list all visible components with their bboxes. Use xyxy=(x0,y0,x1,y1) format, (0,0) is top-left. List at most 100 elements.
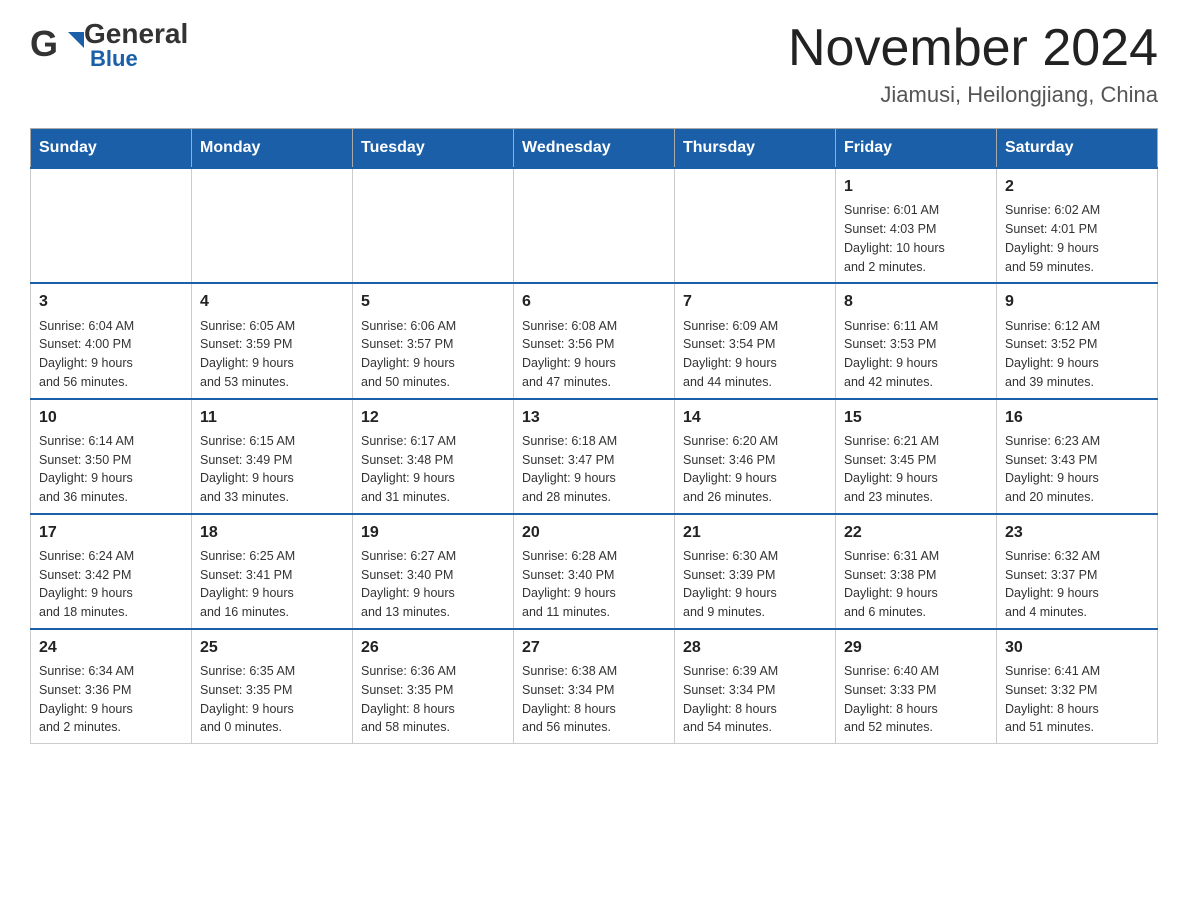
day-info: Sunrise: 6:18 AM Sunset: 3:47 PM Dayligh… xyxy=(522,432,666,507)
day-info: Sunrise: 6:09 AM Sunset: 3:54 PM Dayligh… xyxy=(683,317,827,392)
calendar-week-row: 10 Sunrise: 6:14 AM Sunset: 3:50 PM Dayli… xyxy=(31,399,1158,514)
calendar-cell: 15 Sunrise: 6:21 AM Sunset: 3:45 PM Dayli… xyxy=(836,399,997,514)
calendar-week-row: 1Sunrise: 6:01 AM Sunset: 4:03 PM Daylig… xyxy=(31,168,1158,283)
day-number: 4 xyxy=(200,290,344,313)
day-number: 27 xyxy=(522,636,666,659)
calendar-cell: 5 Sunrise: 6:06 AM Sunset: 3:57 PM Daylig… xyxy=(353,283,514,398)
day-info: Sunrise: 6:25 AM Sunset: 3:41 PM Dayligh… xyxy=(200,547,344,622)
day-info: Sunrise: 6:21 AM Sunset: 3:45 PM Dayligh… xyxy=(844,432,988,507)
calendar-cell: 2 Sunrise: 6:02 AM Sunset: 4:01 PM Daylig… xyxy=(997,168,1158,283)
calendar-cell: 17 Sunrise: 6:24 AM Sunset: 3:42 PM Dayli… xyxy=(31,514,192,629)
calendar-cell: 24 Sunrise: 6:34 AM Sunset: 3:36 PM Dayli… xyxy=(31,629,192,744)
day-info: Sunrise: 6:39 AM Sunset: 3:34 PM Dayligh… xyxy=(683,662,827,737)
calendar-cell: 21 Sunrise: 6:30 AM Sunset: 3:39 PM Dayli… xyxy=(675,514,836,629)
calendar-cell: 8Sunrise: 6:11 AM Sunset: 3:53 PM Daylig… xyxy=(836,283,997,398)
day-info: Sunrise: 6:23 AM Sunset: 3:43 PM Dayligh… xyxy=(1005,432,1149,507)
location-subtitle: Jiamusi, Heilongjiang, China xyxy=(788,82,1158,108)
weekday-header: Wednesday xyxy=(514,129,675,169)
day-number: 9 xyxy=(1005,290,1149,313)
logo: G General Blue xyxy=(30,20,188,72)
day-info: Sunrise: 6:28 AM Sunset: 3:40 PM Dayligh… xyxy=(522,547,666,622)
logo-icon: G xyxy=(30,24,84,68)
day-info: Sunrise: 6:01 AM Sunset: 4:03 PM Dayligh… xyxy=(844,201,988,276)
day-info: Sunrise: 6:30 AM Sunset: 3:39 PM Dayligh… xyxy=(683,547,827,622)
calendar-cell xyxy=(514,168,675,283)
day-info: Sunrise: 6:11 AM Sunset: 3:53 PM Dayligh… xyxy=(844,317,988,392)
day-number: 6 xyxy=(522,290,666,313)
weekday-header: Saturday xyxy=(997,129,1158,169)
calendar-cell: 9 Sunrise: 6:12 AM Sunset: 3:52 PM Daylig… xyxy=(997,283,1158,398)
day-number: 21 xyxy=(683,521,827,544)
day-number: 10 xyxy=(39,406,183,429)
day-number: 2 xyxy=(1005,175,1149,198)
day-number: 20 xyxy=(522,521,666,544)
day-info: Sunrise: 6:08 AM Sunset: 3:56 PM Dayligh… xyxy=(522,317,666,392)
calendar-cell: 11 Sunrise: 6:15 AM Sunset: 3:49 PM Dayli… xyxy=(192,399,353,514)
calendar-cell: 6 Sunrise: 6:08 AM Sunset: 3:56 PM Daylig… xyxy=(514,283,675,398)
svg-text:G: G xyxy=(30,24,58,64)
calendar-cell: 26 Sunrise: 6:36 AM Sunset: 3:35 PM Dayli… xyxy=(353,629,514,744)
day-number: 18 xyxy=(200,521,344,544)
day-info: Sunrise: 6:41 AM Sunset: 3:32 PM Dayligh… xyxy=(1005,662,1149,737)
calendar-cell: 22Sunrise: 6:31 AM Sunset: 3:38 PM Dayli… xyxy=(836,514,997,629)
day-info: Sunrise: 6:40 AM Sunset: 3:33 PM Dayligh… xyxy=(844,662,988,737)
day-info: Sunrise: 6:35 AM Sunset: 3:35 PM Dayligh… xyxy=(200,662,344,737)
day-number: 24 xyxy=(39,636,183,659)
calendar-cell: 27Sunrise: 6:38 AM Sunset: 3:34 PM Dayli… xyxy=(514,629,675,744)
day-number: 26 xyxy=(361,636,505,659)
day-number: 12 xyxy=(361,406,505,429)
calendar-week-row: 3Sunrise: 6:04 AM Sunset: 4:00 PM Daylig… xyxy=(31,283,1158,398)
day-number: 11 xyxy=(200,406,344,429)
calendar-week-row: 17 Sunrise: 6:24 AM Sunset: 3:42 PM Dayli… xyxy=(31,514,1158,629)
day-number: 25 xyxy=(200,636,344,659)
day-info: Sunrise: 6:32 AM Sunset: 3:37 PM Dayligh… xyxy=(1005,547,1149,622)
calendar-cell: 25 Sunrise: 6:35 AM Sunset: 3:35 PM Dayli… xyxy=(192,629,353,744)
day-number: 29 xyxy=(844,636,988,659)
day-number: 13 xyxy=(522,406,666,429)
page-header: G General Blue November 2024 Jiamusi, He… xyxy=(30,20,1158,108)
weekday-header-row: SundayMondayTuesdayWednesdayThursdayFrid… xyxy=(31,129,1158,169)
day-number: 5 xyxy=(361,290,505,313)
day-info: Sunrise: 6:17 AM Sunset: 3:48 PM Dayligh… xyxy=(361,432,505,507)
calendar-cell: 14 Sunrise: 6:20 AM Sunset: 3:46 PM Dayli… xyxy=(675,399,836,514)
logo-blue-text: Blue xyxy=(84,46,188,72)
calendar-table: SundayMondayTuesdayWednesdayThursdayFrid… xyxy=(30,128,1158,744)
title-area: November 2024 Jiamusi, Heilongjiang, Chi… xyxy=(788,20,1158,108)
day-info: Sunrise: 6:24 AM Sunset: 3:42 PM Dayligh… xyxy=(39,547,183,622)
calendar-cell xyxy=(31,168,192,283)
day-info: Sunrise: 6:36 AM Sunset: 3:35 PM Dayligh… xyxy=(361,662,505,737)
day-info: Sunrise: 6:20 AM Sunset: 3:46 PM Dayligh… xyxy=(683,432,827,507)
day-info: Sunrise: 6:06 AM Sunset: 3:57 PM Dayligh… xyxy=(361,317,505,392)
day-number: 7 xyxy=(683,290,827,313)
calendar-cell: 30 Sunrise: 6:41 AM Sunset: 3:32 PM Dayli… xyxy=(997,629,1158,744)
calendar-cell xyxy=(675,168,836,283)
day-number: 14 xyxy=(683,406,827,429)
calendar-cell: 10 Sunrise: 6:14 AM Sunset: 3:50 PM Dayli… xyxy=(31,399,192,514)
weekday-header: Monday xyxy=(192,129,353,169)
day-number: 17 xyxy=(39,521,183,544)
day-info: Sunrise: 6:27 AM Sunset: 3:40 PM Dayligh… xyxy=(361,547,505,622)
day-info: Sunrise: 6:34 AM Sunset: 3:36 PM Dayligh… xyxy=(39,662,183,737)
calendar-cell: 7 Sunrise: 6:09 AM Sunset: 3:54 PM Daylig… xyxy=(675,283,836,398)
day-info: Sunrise: 6:15 AM Sunset: 3:49 PM Dayligh… xyxy=(200,432,344,507)
calendar-week-row: 24 Sunrise: 6:34 AM Sunset: 3:36 PM Dayli… xyxy=(31,629,1158,744)
day-number: 16 xyxy=(1005,406,1149,429)
day-number: 3 xyxy=(39,290,183,313)
calendar-cell: 19Sunrise: 6:27 AM Sunset: 3:40 PM Dayli… xyxy=(353,514,514,629)
calendar-cell: 29 Sunrise: 6:40 AM Sunset: 3:33 PM Dayli… xyxy=(836,629,997,744)
calendar-cell: 28 Sunrise: 6:39 AM Sunset: 3:34 PM Dayli… xyxy=(675,629,836,744)
day-number: 30 xyxy=(1005,636,1149,659)
calendar-cell xyxy=(192,168,353,283)
weekday-header: Sunday xyxy=(31,129,192,169)
calendar-cell: 1Sunrise: 6:01 AM Sunset: 4:03 PM Daylig… xyxy=(836,168,997,283)
calendar-cell: 13 Sunrise: 6:18 AM Sunset: 3:47 PM Dayli… xyxy=(514,399,675,514)
calendar-cell: 12 Sunrise: 6:17 AM Sunset: 3:48 PM Dayli… xyxy=(353,399,514,514)
day-info: Sunrise: 6:02 AM Sunset: 4:01 PM Dayligh… xyxy=(1005,201,1149,276)
day-number: 15 xyxy=(844,406,988,429)
day-number: 23 xyxy=(1005,521,1149,544)
calendar-cell: 23 Sunrise: 6:32 AM Sunset: 3:37 PM Dayli… xyxy=(997,514,1158,629)
day-number: 28 xyxy=(683,636,827,659)
day-info: Sunrise: 6:12 AM Sunset: 3:52 PM Dayligh… xyxy=(1005,317,1149,392)
calendar-cell: 16 Sunrise: 6:23 AM Sunset: 3:43 PM Dayli… xyxy=(997,399,1158,514)
day-info: Sunrise: 6:14 AM Sunset: 3:50 PM Dayligh… xyxy=(39,432,183,507)
